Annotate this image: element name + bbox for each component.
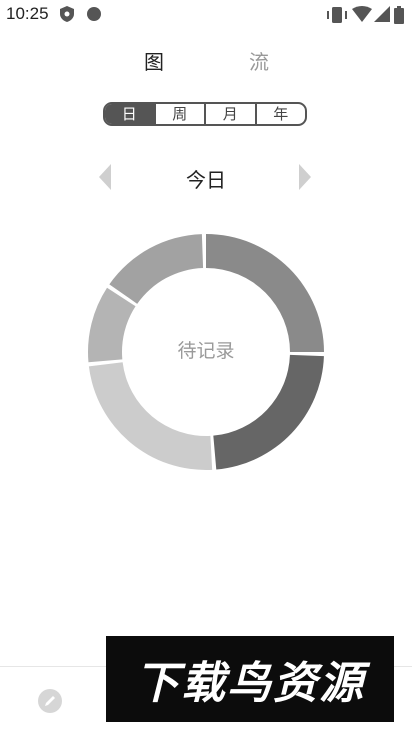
segment-year[interactable]: 年 — [257, 104, 306, 124]
battery-icon — [394, 6, 404, 28]
next-arrow-icon[interactable] — [298, 164, 312, 194]
watermark-banner: 下载鸟资源 — [106, 636, 394, 722]
donut-segment-4 — [88, 287, 136, 363]
date-navigator: 今日 — [0, 160, 412, 196]
pencil-icon — [38, 689, 62, 713]
donut-segment-2 — [213, 354, 324, 470]
status-time: 10:25 — [6, 4, 49, 23]
donut-center-label: 待记录 — [177, 340, 235, 362]
segment-month[interactable]: 月 — [206, 104, 257, 124]
previous-arrow-icon[interactable] — [98, 164, 112, 194]
tab-chart[interactable]: 图 — [124, 46, 184, 75]
date-label: 今日 — [186, 168, 226, 192]
segment-day[interactable]: 日 — [105, 104, 156, 124]
watermark-text: 下载鸟资源 — [135, 658, 365, 709]
shield-icon — [60, 6, 74, 26]
donut-segment-1 — [206, 234, 324, 352]
wifi-icon — [352, 6, 372, 26]
period-segmented-control: 日 周 月 年 — [103, 102, 307, 126]
record-dot-icon — [86, 6, 102, 26]
vibrate-icon — [326, 6, 348, 28]
status-bar: 10:25 — [0, 0, 412, 30]
donut-segment-3 — [88, 362, 213, 470]
tab-flow[interactable]: 流 — [229, 46, 289, 75]
donut-segment-5 — [109, 234, 204, 304]
cell-signal-icon — [374, 6, 390, 26]
top-navigation: 图 流 — [0, 46, 412, 76]
segment-week[interactable]: 周 — [156, 104, 206, 124]
edit-button[interactable] — [36, 687, 64, 715]
